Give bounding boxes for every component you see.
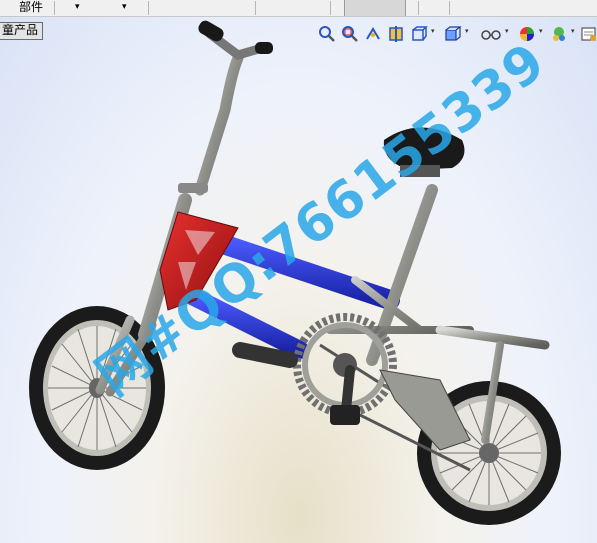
chevron-down-icon[interactable]: ▾ xyxy=(75,0,80,16)
tab-label[interactable]: 童产品 xyxy=(0,22,44,40)
previous-view-icon[interactable] xyxy=(364,25,382,43)
chevron-down-icon[interactable]: ▾ xyxy=(122,0,127,16)
chevron-down-icon[interactable]: ▾ xyxy=(539,27,543,35)
stem-clamp xyxy=(178,183,208,193)
display-style-icon[interactable] xyxy=(444,25,462,43)
view-settings-icon[interactable] xyxy=(580,25,597,43)
part-label[interactable]: 部件 xyxy=(19,0,43,16)
zoom-to-area-icon[interactable] xyxy=(341,25,359,43)
zoom-to-fit-icon[interactable] xyxy=(318,25,336,43)
chevron-down-icon[interactable]: ▾ xyxy=(571,27,575,35)
hide-show-items-icon[interactable] xyxy=(480,25,502,43)
toolbar-separator xyxy=(449,1,450,15)
pedal xyxy=(330,405,360,425)
chevron-down-icon[interactable]: ▾ xyxy=(505,27,509,35)
graphics-viewport[interactable]: 网#QQ:766155339 xyxy=(0,17,597,543)
toolbar-separator xyxy=(255,1,256,15)
chevron-down-icon[interactable]: ▾ xyxy=(431,27,435,35)
top-toolbar: 部件 ▾ ▾ xyxy=(0,0,597,17)
chevron-down-icon[interactable]: ▾ xyxy=(465,27,469,35)
toolbar-separator xyxy=(148,1,149,15)
toolbar-separator xyxy=(418,1,419,15)
active-toolbar-button[interactable] xyxy=(344,0,406,16)
view-toolbar: ▾ ▾ ▾ ▾ ▾ xyxy=(318,25,597,45)
toolbar-separator xyxy=(54,1,55,15)
right-grip xyxy=(255,42,273,54)
view-orientation-icon[interactable] xyxy=(410,25,428,43)
left-pedal xyxy=(232,342,298,368)
edit-appearance-icon[interactable] xyxy=(518,25,536,43)
section-view-icon[interactable] xyxy=(387,25,405,43)
handlebar-stem xyxy=(194,52,244,196)
apply-scene-icon[interactable] xyxy=(550,25,568,43)
rear-rack xyxy=(435,325,550,350)
toolbar-separator xyxy=(330,1,331,15)
